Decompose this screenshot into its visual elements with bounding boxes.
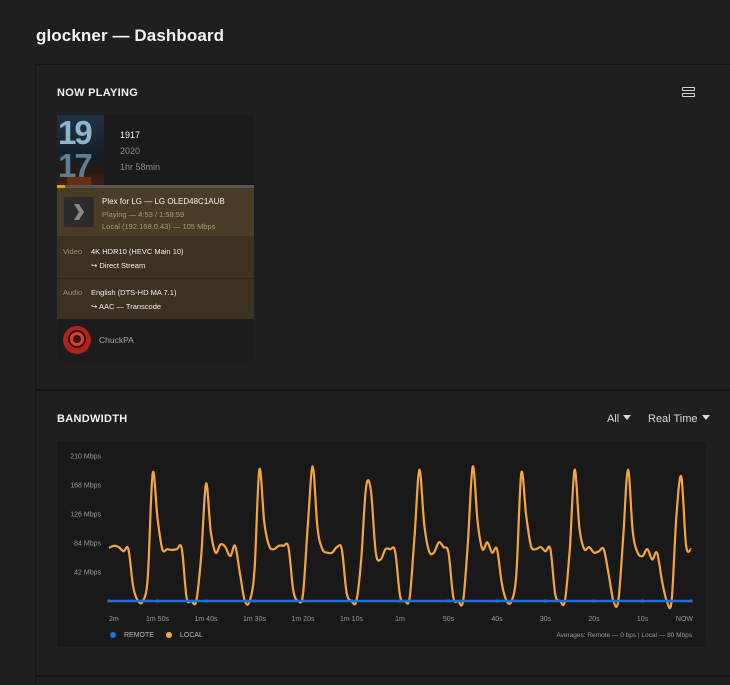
now-playing-title: NOW PLAYING <box>57 87 139 99</box>
legend-remote-label: REMOTE <box>124 632 154 639</box>
time-range-label: Real Time <box>648 413 698 425</box>
chevron-down-icon <box>623 415 632 420</box>
x-tick-label: 20s <box>588 616 600 623</box>
stream-info: Plex for LG — LG OLED48C1AUB Playing — 4… <box>57 188 254 319</box>
section-divider <box>36 389 730 391</box>
media-title: 1917 <box>120 130 141 140</box>
avatar <box>63 326 91 354</box>
y-tick-label: 168 Mbps <box>70 483 101 490</box>
x-tick-label: 1m 50s <box>146 616 169 623</box>
x-tick-label: NOW <box>676 616 694 623</box>
chevron-down-icon <box>701 415 710 420</box>
playback-state: Playing — 4:53 / 1:58:59 <box>102 210 185 219</box>
player-name: Plex for LG — LG OLED48C1AUB <box>102 197 225 206</box>
audio-decision: ↪ AAC — Transcode <box>91 302 162 311</box>
time-range-dropdown[interactable]: Real Time <box>648 413 710 425</box>
user-name: ChuckPA <box>99 335 134 345</box>
poster-text-top: 19 <box>58 115 93 151</box>
x-tick-label: 10s <box>637 616 649 623</box>
section-divider-bottom <box>36 675 730 677</box>
legend-remote[interactable]: REMOTE <box>110 632 154 639</box>
series-local-line <box>108 465 693 610</box>
x-tick-label: 1m 20s <box>292 616 315 623</box>
content-border-left <box>35 64 36 685</box>
x-tick-label: 50s <box>443 616 455 623</box>
x-tick-label: 2m <box>109 616 119 623</box>
audio-label: Audio <box>63 288 83 297</box>
info-divider <box>57 278 254 279</box>
averages-text: Averages: Remote — 0 bps | Local — 80 Mb… <box>556 632 692 639</box>
media-duration: 1hr 58min <box>120 162 161 172</box>
x-tick-label: 1m 30s <box>243 616 266 623</box>
y-tick-label: 210 Mbps <box>70 454 101 461</box>
media-header[interactable]: 19 17 1917 2020 1hr 58min <box>57 115 254 188</box>
x-tick-label: 40s <box>491 616 503 623</box>
bandwidth-title: BANDWIDTH <box>57 413 128 425</box>
x-tick-label: 1m 10s <box>340 616 363 623</box>
video-decision: ↪ Direct Stream <box>91 261 146 270</box>
legend-remote-dot <box>110 632 116 638</box>
stream-filter-dropdown[interactable]: All <box>607 413 632 425</box>
y-tick-label: 84 Mbps <box>74 541 101 548</box>
bandwidth-chart-svg: 42 Mbps 84 Mbps 126 Mbps 168 Mbps 210 Mbps 2m… <box>70 454 694 624</box>
video-label: Video <box>63 247 83 256</box>
x-tick-label: 1m <box>395 616 405 623</box>
poster-image: 19 17 <box>57 115 104 187</box>
bandwidth-chart: 42 Mbps 84 Mbps 126 Mbps 168 Mbps 210 Mbps 2m… <box>57 442 706 647</box>
network-info: Local (192.168.0.43) — 105 Mbps <box>102 222 216 231</box>
page-title: glockner — Dashboard <box>36 26 225 45</box>
y-tick-label: 42 Mbps <box>74 570 101 577</box>
media-year: 2020 <box>120 146 141 156</box>
content-border-top <box>36 64 730 65</box>
now-playing-card[interactable]: 19 17 1917 2020 1hr 58min Plex for LG — … <box>57 115 254 361</box>
user-row[interactable]: ChuckPA <box>57 319 254 361</box>
stream-filter-label: All <box>607 413 620 425</box>
y-tick-label: 126 Mbps <box>70 512 101 519</box>
list-view-icon[interactable] <box>682 87 696 100</box>
video-value: 4K HDR10 (HEVC Main 10) <box>91 247 184 256</box>
player-row: Plex for LG — LG OLED48C1AUB Playing — 4… <box>57 188 254 236</box>
x-tick-label: 30s <box>540 616 552 623</box>
x-tick-label: 1m 40s <box>195 616 218 623</box>
legend-local-dot <box>166 632 172 638</box>
plex-logo-icon <box>64 197 94 227</box>
legend-local-label: LOCAL <box>180 632 203 639</box>
legend-local[interactable]: LOCAL <box>166 632 203 639</box>
audio-value: English (DTS-HD MA 7.1) <box>91 288 177 297</box>
